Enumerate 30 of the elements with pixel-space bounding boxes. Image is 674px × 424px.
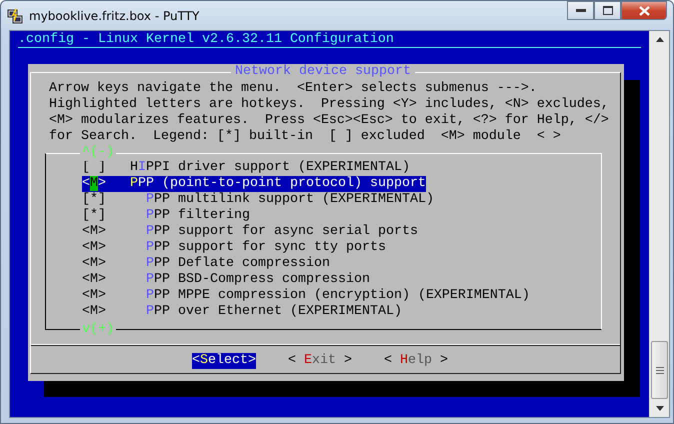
maximize-icon — [602, 6, 612, 15]
dialog-title: Network device support — [231, 64, 415, 80]
dialog-button[interactable]: < Help > — [384, 353, 448, 369]
help-text: for Search. Legend: [*] built-in [ ] excluded <M> module < > — [49, 129, 561, 144]
menu-item[interactable]: <M> PPP support for async serial ports — [82, 224, 418, 240]
help-text: <M> modularizes features. Press <Esc><Esc> to exit, <?> for Help, </> — [49, 113, 609, 128]
minimize-button[interactable] — [567, 1, 594, 20]
scrollbar[interactable] — [649, 31, 669, 417]
computer-icon[interactable] — [7, 8, 23, 24]
close-icon — [638, 6, 650, 16]
menu-item[interactable]: <M> PPP Deflate compression — [82, 256, 330, 272]
menu-item[interactable]: [*] PPP filtering — [82, 208, 250, 224]
config-header: .config - Linux Kernel v2.6.32.11 Configuration — [18, 32, 394, 47]
menu-item[interactable]: <M> PPP support for sync tty ports — [82, 240, 386, 256]
menu-item[interactable]: <M> PPP over Ethernet (EXPERIMENTAL) — [82, 304, 402, 320]
minimize-icon — [576, 8, 586, 12]
window-title: mybooklive.fritz.box - PuTTY — [29, 8, 200, 22]
scroll-indicator: v(+) — [80, 322, 116, 338]
dialog-button[interactable]: <Select> — [192, 353, 256, 369]
menu-item[interactable]: <M> PPP BSD-Compress compression — [82, 272, 370, 288]
maximize-button[interactable] — [594, 1, 621, 20]
scroll-indicator: ^(-) — [80, 145, 116, 161]
close-button[interactable] — [621, 1, 667, 20]
menu-item[interactable]: <M> PPP (point-to-point protocol) support — [82, 176, 426, 192]
menu-item[interactable]: [*] PPP multilink support (EXPERIMENTAL) — [82, 192, 434, 208]
menu-item[interactable]: <M> PPP MPPE compression (encryption) (EXPERIMENTAL) — [82, 288, 530, 304]
dialog-button[interactable]: < Exit > — [288, 353, 352, 369]
help-text: Highlighted letters are hotkeys. Pressing <Y> includes, <N> excludes, — [49, 97, 609, 112]
scroll-thumb[interactable] — [651, 341, 668, 399]
help-text: Arrow keys navigate the menu. <Enter> selects submenus --->. — [49, 81, 537, 96]
